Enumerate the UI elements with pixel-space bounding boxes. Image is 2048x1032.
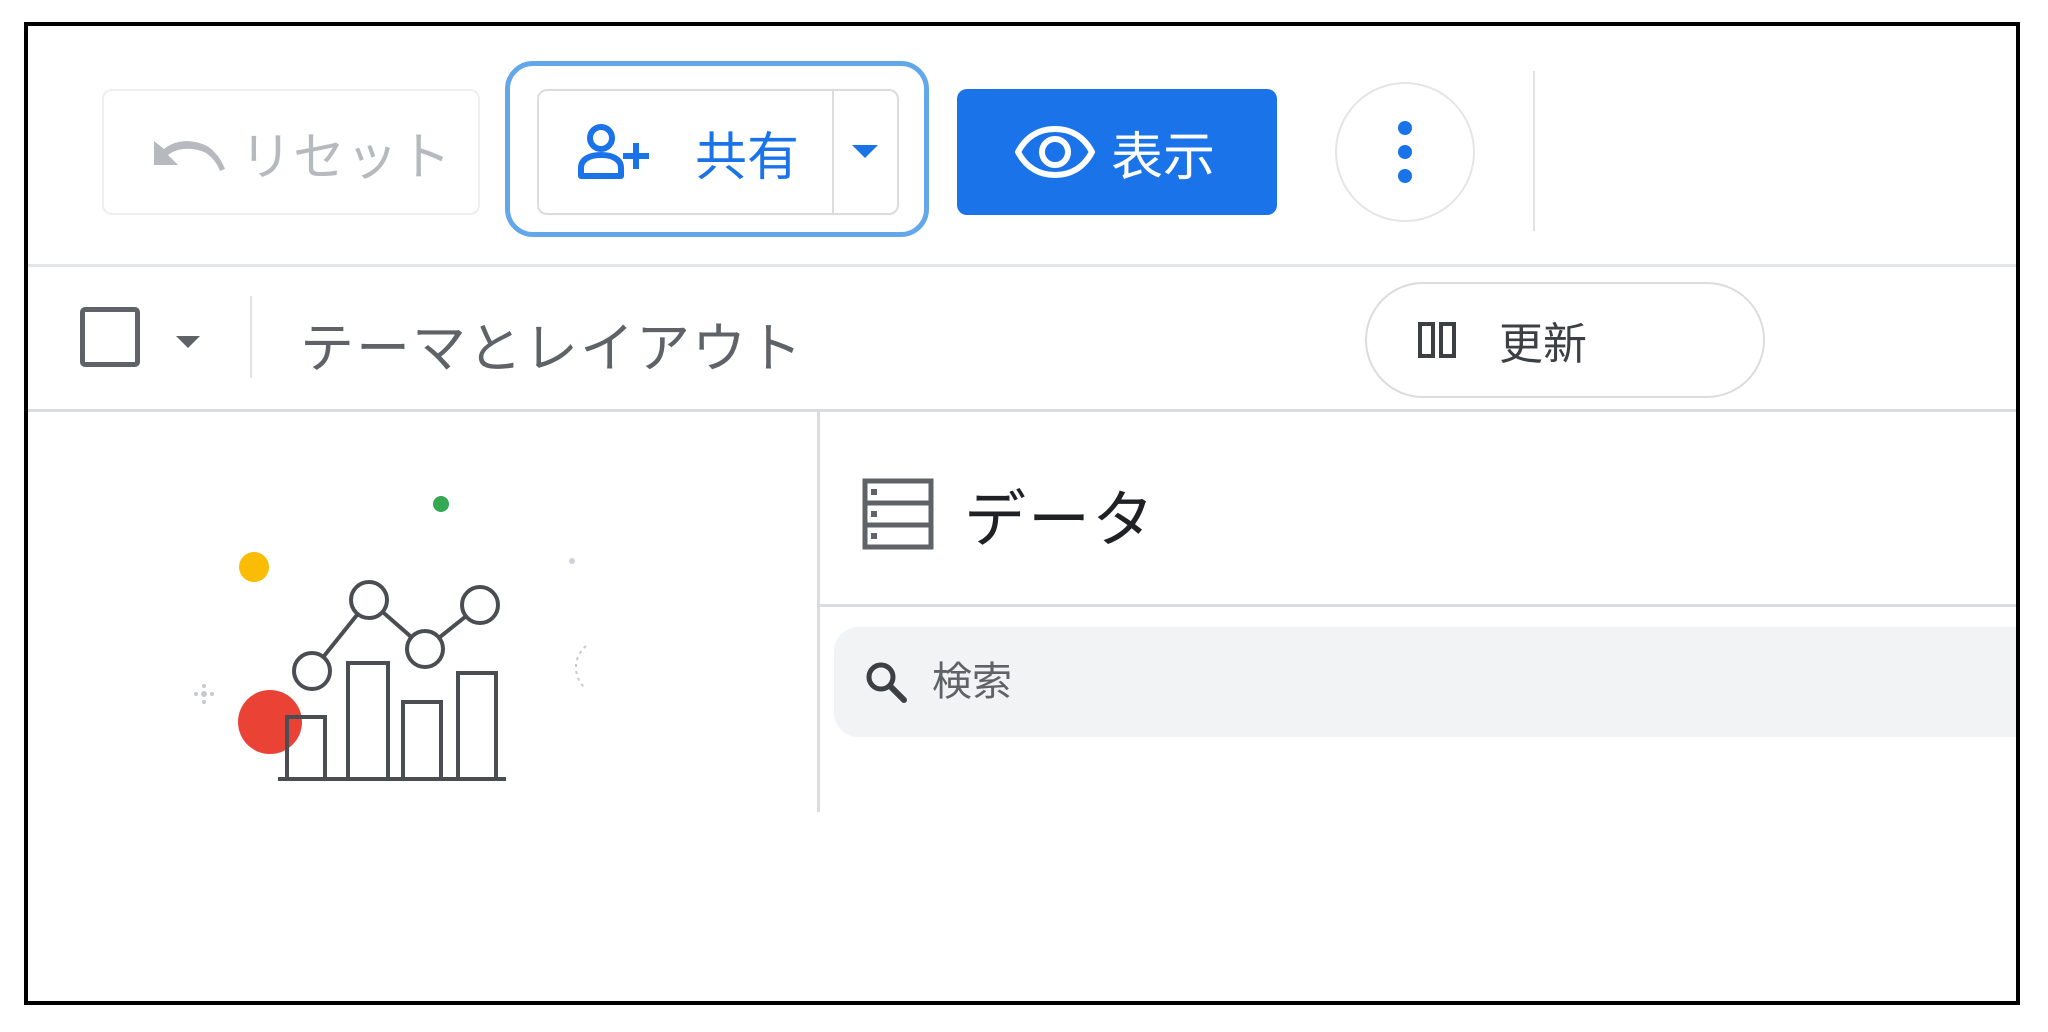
add-person-icon [578,124,649,179]
app-frame: リセット 共有 表示 テーマとレイアウト 更新 データ 検索 [24,22,2020,1005]
view-button[interactable]: 表示 [957,89,1277,215]
toolbar-separator [28,264,2016,267]
view-label: 表示 [1111,127,1216,188]
data-panel-title: データ [964,483,1157,556]
data-header-separator [820,604,2016,607]
gray-dot [569,558,575,564]
refresh-button[interactable]: 更新 [1365,282,1765,398]
theme-layout-button[interactable]: テーマとレイアウト [300,304,804,383]
more-vert-icon [1398,121,1412,183]
panel-divider [817,412,820,812]
yellow-dot [239,552,269,582]
chart-illustration [194,496,587,781]
more-options-button[interactable] [1335,82,1475,222]
data-panel-header: データ [862,469,1156,559]
undo-icon [154,141,225,171]
subtoolbar-separator [28,409,2016,412]
green-dot [433,496,449,512]
caret-down-icon [176,336,200,348]
columns-icon [1418,322,1456,358]
share-button[interactable]: 共有 [539,91,832,213]
red-dot [238,690,302,754]
reset-label: リセット [240,127,453,188]
eye-icon [1015,125,1095,179]
sparkle-icon [194,684,214,704]
share-label: 共有 [695,127,800,188]
reset-button[interactable]: リセット [102,89,480,215]
share-button-group: 共有 [537,89,899,215]
dotted-arc [574,645,587,690]
caret-down-icon [852,145,879,158]
share-dropdown-button[interactable] [831,91,897,213]
subtoolbar-divider [250,296,252,378]
selection-checkbox[interactable] [80,307,140,367]
selection-dropdown[interactable] [176,333,200,352]
search-bar[interactable] [834,627,2016,737]
search-icon [866,662,907,703]
refresh-label: 更新 [1499,319,1587,370]
toolbar-divider [1533,71,1535,231]
search-input[interactable] [930,658,1734,706]
trend-line [310,597,482,673]
database-icon [862,478,934,550]
